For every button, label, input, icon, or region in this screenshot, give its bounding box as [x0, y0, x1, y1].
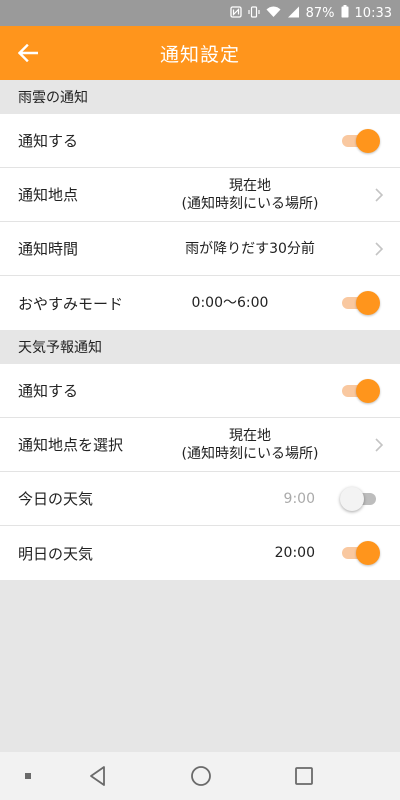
rain-location-value: 現在地 (通知時刻にいる場所): [135, 168, 365, 221]
row-forecast-notify[interactable]: 通知する: [0, 364, 400, 418]
section-header-rain: 雨雲の通知: [0, 80, 400, 114]
battery-icon: [341, 5, 349, 21]
value-line2: (通知時刻にいる場所): [181, 195, 319, 212]
toggle-thumb: [356, 379, 380, 403]
system-nav-bar: [0, 752, 400, 800]
battery-percent: 87%: [305, 5, 335, 21]
recents-square-icon[interactable]: [292, 764, 316, 788]
wifi-icon: [266, 6, 281, 21]
nfc-icon: [229, 5, 242, 21]
value-line2: (通知時刻にいる場所): [181, 445, 319, 462]
row-rain-time[interactable]: 通知時間 雨が降りだす30分前: [0, 222, 400, 276]
chevron-right-icon: [375, 188, 384, 202]
value-line1: 現在地: [229, 427, 271, 444]
back-button[interactable]: [10, 35, 46, 71]
rain-time-value: 雨が降りだす30分前: [185, 240, 315, 257]
rain-notify-toggle[interactable]: [342, 129, 380, 153]
row-label: 通知する: [18, 132, 79, 150]
row-label: 通知する: [18, 382, 79, 400]
tomorrow-weather-toggle[interactable]: [342, 541, 380, 565]
row-label: 通知地点: [18, 186, 79, 204]
group-rain: 通知する 通知地点 現在地 (通知時刻にいる場所) 通知時間 雨が降りだす30分…: [0, 114, 400, 330]
home-circle-icon[interactable]: [189, 764, 213, 788]
row-label: 明日の天気: [18, 544, 94, 563]
chevron-right-icon: [375, 242, 384, 256]
row-label: おやすみモード: [18, 294, 124, 313]
group-forecast: 通知する 通知地点を選択 現在地 (通知時刻にいる場所) 今日の天気 9:00: [0, 364, 400, 580]
vibrate-icon: [248, 5, 260, 21]
status-bar: 87% 10:33: [0, 0, 400, 26]
today-weather-toggle[interactable]: [340, 487, 378, 511]
row-rain-location[interactable]: 通知地点 現在地 (通知時刻にいる場所): [0, 168, 400, 222]
row-today-weather[interactable]: 今日の天気 9:00: [0, 472, 400, 526]
forecast-notify-toggle[interactable]: [342, 379, 380, 403]
back-triangle-icon[interactable]: [86, 764, 110, 788]
page-title: 通知設定: [159, 43, 240, 66]
row-quiet-mode[interactable]: おやすみモード 0:00〜6:00: [0, 276, 400, 330]
toggle-thumb: [356, 129, 380, 153]
row-label: 今日の天気: [18, 490, 94, 508]
row-tomorrow-weather[interactable]: 明日の天気 20:00: [0, 526, 400, 580]
app-bar: 通知設定: [0, 26, 400, 80]
toggle-thumb: [356, 291, 380, 315]
value-line1: 現在地: [229, 177, 271, 194]
toggle-thumb: [340, 487, 364, 511]
arrow-left-icon: [18, 44, 38, 62]
forecast-location-value: 現在地 (通知時刻にいる場所): [135, 418, 365, 471]
square-dot-icon[interactable]: [16, 764, 40, 788]
toggle-thumb: [356, 541, 380, 565]
quiet-mode-value: 0:00〜6:00: [191, 295, 269, 311]
chevron-right-icon: [375, 438, 384, 452]
signal-icon: [287, 6, 300, 21]
row-label: 通知地点を選択: [18, 436, 124, 454]
row-label: 通知時間: [18, 240, 79, 258]
row-rain-notify[interactable]: 通知する: [0, 114, 400, 168]
today-weather-time: 9:00: [283, 490, 315, 507]
settings-list: 雨雲の通知 通知する 通知地点 現在地 (通知時刻にいる場所) 通知時間 雨が降…: [0, 80, 400, 580]
section-header-forecast: 天気予報通知: [0, 330, 400, 364]
quiet-mode-toggle[interactable]: [342, 291, 380, 315]
row-forecast-location[interactable]: 通知地点を選択 現在地 (通知時刻にいる場所): [0, 418, 400, 472]
tomorrow-weather-time: 20:00: [274, 545, 315, 561]
status-time: 10:33: [354, 5, 392, 21]
